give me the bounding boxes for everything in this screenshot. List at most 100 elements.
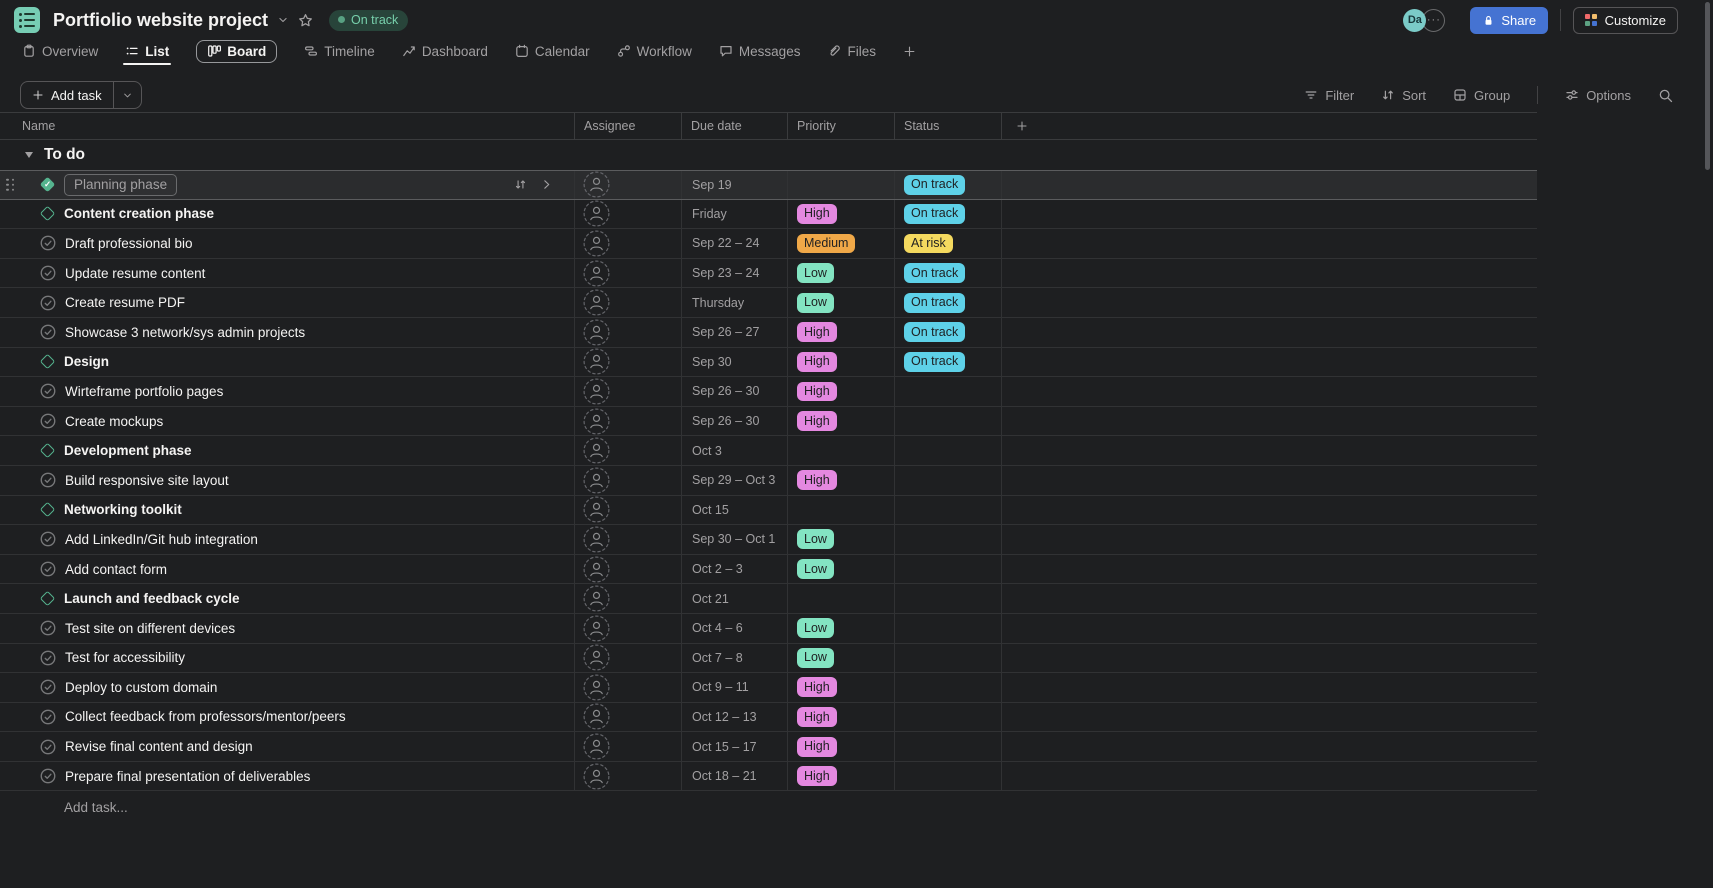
task-name-cell[interactable]: Networking toolkit (0, 496, 575, 525)
priority-badge[interactable]: Low (797, 618, 834, 638)
task-row[interactable]: ✓Planning phaseSep 19On track (0, 170, 1537, 200)
complete-task-icon[interactable] (40, 620, 56, 636)
tab-list[interactable]: List (125, 37, 169, 65)
priority-cell[interactable]: Low (788, 555, 895, 584)
add-task-row[interactable]: Add task... (0, 791, 1537, 815)
priority-cell[interactable] (788, 171, 895, 199)
status-cell[interactable]: On track (895, 171, 1002, 199)
assignee-placeholder-icon[interactable] (583, 378, 610, 405)
customize-button[interactable]: Customize (1573, 7, 1678, 34)
complete-task-icon[interactable] (40, 413, 56, 429)
priority-badge[interactable]: High (797, 352, 837, 372)
avatar[interactable]: Da (1403, 9, 1426, 32)
task-name[interactable]: Collect feedback from professors/mentor/… (65, 709, 346, 724)
status-cell[interactable] (895, 407, 1002, 436)
task-name-cell[interactable]: Wirteframe portfolio pages (0, 377, 575, 406)
due-date-cell[interactable]: Sep 30 (682, 348, 788, 377)
status-badge[interactable]: On track (904, 293, 965, 313)
tab-workflow[interactable]: Workflow (617, 37, 692, 65)
group-button[interactable]: Group (1453, 88, 1510, 103)
task-name-cell[interactable]: Deploy to custom domain (0, 673, 575, 702)
priority-badge[interactable]: High (797, 204, 837, 224)
assignee-cell[interactable] (575, 762, 682, 791)
status-badge[interactable]: On track (904, 263, 965, 283)
milestone-icon[interactable] (40, 354, 56, 370)
task-name-cell[interactable]: Add LinkedIn/Git hub integration (0, 525, 575, 554)
due-date-cell[interactable]: Oct 3 (682, 436, 788, 465)
assignee-placeholder-icon[interactable] (583, 496, 610, 523)
status-cell[interactable]: At risk (895, 229, 1002, 258)
column-header-assignee[interactable]: Assignee (575, 113, 682, 139)
task-row[interactable]: Add LinkedIn/Git hub integrationSep 30 –… (0, 525, 1537, 555)
task-name[interactable]: Test site on different devices (65, 621, 235, 636)
task-name-cell[interactable]: Revise final content and design (0, 732, 575, 761)
task-name-cell[interactable]: ✓Planning phase (0, 171, 575, 199)
priority-badge[interactable]: Low (797, 263, 834, 283)
priority-cell[interactable]: High (788, 703, 895, 732)
assignee-cell[interactable] (575, 614, 682, 643)
task-row[interactable]: Collect feedback from professors/mentor/… (0, 703, 1537, 733)
task-row[interactable]: Prepare final presentation of deliverabl… (0, 762, 1537, 792)
reorder-icon[interactable] (514, 178, 527, 191)
priority-cell[interactable]: High (788, 673, 895, 702)
task-row[interactable]: Development phaseOct 3 (0, 436, 1537, 466)
task-name[interactable]: Build responsive site layout (65, 473, 229, 488)
tab-messages[interactable]: Messages (719, 37, 801, 65)
due-date-cell[interactable]: Sep 22 – 24 (682, 229, 788, 258)
priority-cell[interactable]: Medium (788, 229, 895, 258)
assignee-cell[interactable] (575, 436, 682, 465)
due-date-cell[interactable]: Oct 4 – 6 (682, 614, 788, 643)
tab-overview[interactable]: Overview (22, 37, 98, 65)
priority-cell[interactable]: Low (788, 259, 895, 288)
milestone-icon[interactable] (40, 206, 56, 222)
status-cell[interactable]: On track (895, 288, 1002, 317)
add-column-button[interactable] (1002, 113, 1537, 139)
status-cell[interactable]: On track (895, 318, 1002, 347)
priority-cell[interactable]: Low (788, 644, 895, 673)
task-row[interactable]: Showcase 3 network/sys admin projectsSep… (0, 318, 1537, 348)
column-header-due-date[interactable]: Due date (682, 113, 788, 139)
priority-badge[interactable]: High (797, 766, 837, 786)
priority-cell[interactable]: High (788, 200, 895, 229)
task-row[interactable]: Test site on different devices Oct 4 – 6 L… (0, 614, 1537, 644)
assignee-placeholder-icon[interactable] (583, 733, 610, 760)
task-row[interactable]: DesignSep 30HighOn track (0, 348, 1537, 378)
complete-task-icon[interactable] (40, 709, 56, 725)
task-name[interactable]: Add LinkedIn/Git hub integration (65, 532, 258, 547)
task-row[interactable]: Networking toolkitOct 15 (0, 496, 1537, 526)
assignee-placeholder-icon[interactable] (583, 408, 610, 435)
task-name-cell[interactable]: Prepare final presentation of deliverabl… (0, 762, 575, 791)
task-name-cell[interactable]: Test site on different devices (0, 614, 575, 643)
drag-handle-icon[interactable] (6, 179, 14, 192)
task-name[interactable]: Draft professional bio (65, 236, 193, 251)
due-date-cell[interactable]: Sep 29 – Oct 3 (682, 466, 788, 495)
complete-task-icon[interactable] (40, 472, 56, 488)
milestone-icon[interactable] (40, 443, 56, 459)
complete-task-icon[interactable] (40, 295, 56, 311)
status-cell[interactable] (895, 496, 1002, 525)
assignee-cell[interactable] (575, 171, 682, 199)
task-name[interactable]: Add contact form (65, 562, 167, 577)
task-name[interactable]: Launch and feedback cycle (64, 591, 240, 606)
task-row[interactable]: Create resume PDFThursdayLowOn track (0, 288, 1537, 318)
status-cell[interactable]: On track (895, 200, 1002, 229)
task-row[interactable]: Test for accessibilityOct 7 – 8Low (0, 644, 1537, 674)
assignee-cell[interactable] (575, 466, 682, 495)
task-name-cell[interactable]: Test for accessibility (0, 644, 575, 673)
task-name-cell[interactable]: Update resume content (0, 259, 575, 288)
project-menu-chevron-down-icon[interactable] (277, 14, 289, 26)
assignee-cell[interactable] (575, 288, 682, 317)
complete-task-icon[interactable] (40, 531, 56, 547)
due-date-cell[interactable]: Sep 26 – 30 (682, 377, 788, 406)
task-name-cell[interactable]: Create resume PDF (0, 288, 575, 317)
tab-files[interactable]: Files (827, 37, 876, 65)
priority-badge[interactable]: High (797, 707, 837, 727)
task-name[interactable]: Deploy to custom domain (65, 680, 217, 695)
due-date-cell[interactable]: Oct 15 – 17 (682, 732, 788, 761)
status-cell[interactable] (895, 555, 1002, 584)
priority-badge[interactable]: High (797, 382, 837, 402)
priority-cell[interactable]: High (788, 377, 895, 406)
priority-cell[interactable]: Low (788, 288, 895, 317)
task-row[interactable]: Wirteframe portfolio pages Sep 26 – 30 Hig… (0, 377, 1537, 407)
task-name-cell[interactable]: Launch and feedback cycle (0, 584, 575, 613)
